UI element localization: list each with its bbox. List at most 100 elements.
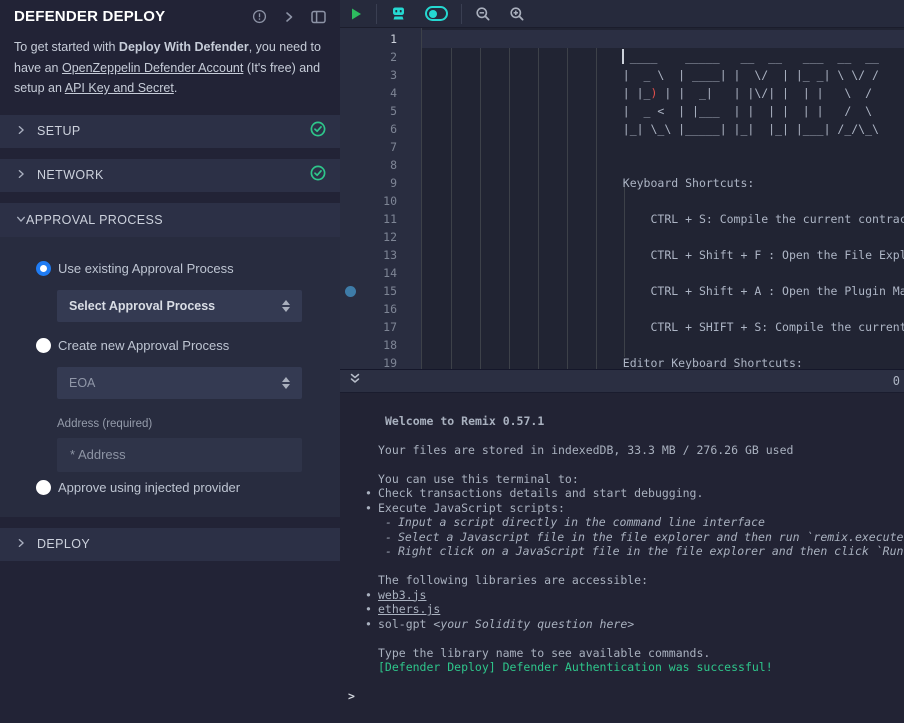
- section-approval-header[interactable]: APPROVAL PROCESS: [0, 203, 340, 237]
- line-number[interactable]: 13: [340, 246, 421, 264]
- editor-code[interactable]: ____ _____ __ __ ___ __ __ | _ \ | ____|…: [421, 28, 904, 369]
- approval-process-select-value: Select Approval Process: [69, 299, 282, 313]
- terminal[interactable]: Welcome to Remix 0.57.1 Your files are st…: [340, 393, 904, 722]
- zoom-out-icon[interactable]: [466, 0, 500, 28]
- terminal-output: Welcome to Remix 0.57.1 Your files are st…: [340, 399, 904, 675]
- ai-robot-icon[interactable]: [381, 0, 416, 28]
- line-number[interactable]: 12: [340, 228, 421, 246]
- code-line: |_| \_\ |_____| |_| |_| |___| /_/\_\: [422, 120, 904, 138]
- section-deploy[interactable]: DEPLOY: [0, 528, 340, 561]
- radio-use-existing-label: Use existing Approval Process: [58, 261, 234, 276]
- line-number[interactable]: 18: [340, 336, 421, 354]
- line-number[interactable]: 9: [340, 174, 421, 192]
- terminal-line: [340, 399, 904, 414]
- code-line: [422, 30, 904, 48]
- section-setup[interactable]: SETUP: [0, 115, 340, 148]
- code-line: [422, 156, 904, 174]
- editor-gutter: 12345678910111213141516171819: [340, 28, 421, 369]
- section-deploy-label: DEPLOY: [37, 537, 326, 551]
- code-line: Editor Keyboard Shortcuts:: [422, 354, 904, 369]
- line-number[interactable]: 17: [340, 318, 421, 336]
- terminal-line: •sol-gpt <your Solidity question here>: [340, 617, 904, 632]
- ai-toggle-icon[interactable]: [416, 0, 457, 28]
- code-line: [422, 264, 904, 282]
- terminal-line: [340, 631, 904, 646]
- terminal-line: •Execute JavaScript scripts:: [340, 501, 904, 516]
- terminal-line: Your files are stored in indexedDB, 33.3…: [340, 443, 904, 458]
- code-line: | _ < | |___ | | | | | | / \: [422, 102, 904, 120]
- code-line: [422, 138, 904, 156]
- section-approval-process: APPROVAL PROCESS Use existing Approval P…: [0, 203, 340, 517]
- code-line: CTRL + Shift + F : Open the File Explore…: [422, 246, 904, 264]
- chevron-right-icon: [16, 122, 26, 140]
- terminal-line: [340, 428, 904, 443]
- radio-unselected-icon[interactable]: [36, 480, 51, 495]
- radio-selected-icon[interactable]: [36, 261, 51, 276]
- radio-unselected-icon[interactable]: [36, 338, 51, 353]
- radio-create-new-label: Create new Approval Process: [58, 338, 229, 353]
- radio-use-existing[interactable]: Use existing Approval Process: [36, 261, 326, 276]
- panel-title: DEFENDER DEPLOY: [14, 8, 252, 25]
- section-network[interactable]: NETWORK: [0, 159, 340, 192]
- breakpoint-dot[interactable]: [345, 286, 356, 297]
- terminal-line: •ethers.js: [340, 602, 904, 617]
- line-number[interactable]: 11: [340, 210, 421, 228]
- panel-header: DEFENDER DEPLOY: [0, 0, 340, 25]
- radio-create-new[interactable]: Create new Approval Process: [36, 338, 326, 353]
- select-arrows-icon: [282, 377, 290, 389]
- approval-type-select-value: EOA: [69, 376, 282, 390]
- terminal-bar: 0: [340, 369, 904, 393]
- line-number[interactable]: 3: [340, 66, 421, 84]
- code-line: [422, 336, 904, 354]
- line-number[interactable]: 7: [340, 138, 421, 156]
- code-line: CTRL + Shift + A : Open the Plugin Manag…: [422, 282, 904, 300]
- line-number[interactable]: 4: [340, 84, 421, 102]
- approval-type-select[interactable]: EOA: [57, 367, 302, 399]
- address-input[interactable]: [57, 438, 302, 472]
- run-script-icon[interactable]: [340, 0, 372, 28]
- radio-injected-provider[interactable]: Approve using injected provider: [36, 480, 326, 495]
- terminal-line: -Input a script directly in the command …: [340, 515, 904, 530]
- line-number[interactable]: 19: [340, 354, 421, 369]
- terminal-line: [340, 559, 904, 574]
- line-number[interactable]: 10: [340, 192, 421, 210]
- chevron-right-icon: [16, 535, 26, 553]
- double-chevron-down-icon[interactable]: [348, 372, 362, 391]
- terminal-prompt[interactable]: >: [340, 689, 904, 704]
- line-number[interactable]: 6: [340, 120, 421, 138]
- address-label: Address (required): [57, 418, 326, 430]
- intro-link[interactable]: API Key and Secret: [65, 81, 174, 95]
- code-line: | |_) | | _| | |\/| | | | \ /: [422, 84, 904, 102]
- line-number[interactable]: 16: [340, 300, 421, 318]
- code-line: CTRL + SHIFT + S: Compile the current co…: [422, 318, 904, 336]
- code-line: [422, 228, 904, 246]
- line-number[interactable]: 5: [340, 102, 421, 120]
- transaction-count-badge: 0: [893, 374, 900, 388]
- terminal-line: •web3.js: [340, 588, 904, 603]
- terminal-link[interactable]: ethers.js: [378, 602, 440, 616]
- terminal-line: •Check transactions details and start de…: [340, 486, 904, 501]
- split-panel-icon[interactable]: [311, 10, 326, 24]
- terminal-line: Welcome to Remix 0.57.1: [340, 414, 904, 429]
- code-line: [422, 192, 904, 210]
- check-circle-icon: [310, 121, 326, 142]
- approval-process-select[interactable]: Select Approval Process: [57, 290, 302, 322]
- line-number[interactable]: 15: [340, 282, 421, 300]
- zoom-in-icon[interactable]: [500, 0, 534, 28]
- terminal-line: -Right click on a JavaScript file in the…: [340, 544, 904, 559]
- panel-intro: To get started with Deploy With Defender…: [0, 25, 340, 99]
- line-number[interactable]: 2: [340, 48, 421, 66]
- defender-deploy-panel: DEFENDER DEPLOY To get started with Depl…: [0, 0, 340, 723]
- info-icon[interactable]: [252, 9, 267, 24]
- chevron-right-icon[interactable]: [283, 11, 295, 23]
- line-number[interactable]: 8: [340, 156, 421, 174]
- line-number[interactable]: 14: [340, 264, 421, 282]
- line-number[interactable]: 1: [340, 30, 421, 48]
- code-editor[interactable]: 12345678910111213141516171819 ____ _____…: [340, 28, 904, 369]
- terminal-line: -Select a Javascript file in the file ex…: [340, 530, 904, 545]
- editor-toolbar: [340, 0, 904, 28]
- terminal-link[interactable]: web3.js: [378, 588, 426, 602]
- toolbar-divider: [376, 4, 377, 24]
- intro-link[interactable]: OpenZeppelin Defender Account: [62, 61, 243, 75]
- check-circle-icon: [310, 165, 326, 186]
